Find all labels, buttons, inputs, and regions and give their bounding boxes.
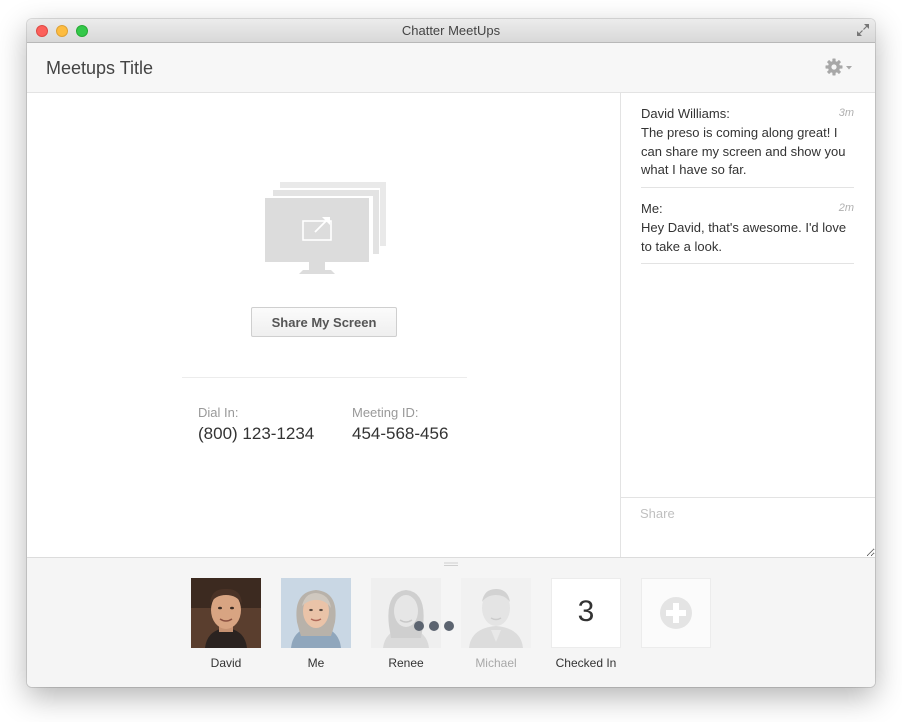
dial-in-number: (800) 123-1234: [198, 424, 315, 443]
drawer-resize-handle[interactable]: [444, 562, 458, 567]
chat-share-input[interactable]: [621, 497, 875, 557]
page-title: Meetups Title: [46, 58, 154, 78]
participant-avatar-david[interactable]: [191, 578, 261, 648]
participant-avatar-renee[interactable]: [371, 578, 441, 648]
message-author: David Williams:: [641, 106, 730, 121]
checked-in-count: 3: [577, 595, 595, 628]
avatar: [461, 578, 531, 648]
main-panel: Share My Screen Dial In: (800) 123-1234 …: [27, 93, 621, 557]
checked-in-label: Checked In: [555, 656, 617, 670]
avatar: [281, 578, 351, 648]
screen-share-icon: [265, 182, 386, 274]
message-text: The preso is coming along great! I can s…: [641, 125, 846, 177]
window-title: Chatter MeetUps: [401, 23, 501, 38]
add-participant-button[interactable]: [641, 578, 711, 648]
chat-message: David Williams: 3m The preso is coming a…: [641, 106, 854, 188]
meeting-id-value: 454-568-456: [352, 424, 449, 443]
participant-avatar-michael[interactable]: [461, 578, 531, 648]
participant-name: Michael: [475, 656, 517, 670]
participant-avatar-me[interactable]: [281, 578, 351, 648]
dial-in-label: Dial In:: [198, 405, 239, 420]
settings-menu-button[interactable]: [825, 58, 857, 78]
message-time: 3m: [838, 107, 854, 119]
title-bar: Chatter MeetUps: [27, 19, 875, 43]
fullscreen-icon[interactable]: [856, 23, 870, 37]
caret-down-icon: [846, 66, 852, 70]
avatar: [191, 578, 261, 648]
page-header: Meetups Title: [27, 43, 875, 93]
participant-name: Me: [307, 656, 325, 670]
app-window: Chatter MeetUps Meetups Title Share My S…: [27, 19, 875, 687]
plus-circle-icon: [660, 597, 692, 629]
message-time: 2m: [838, 202, 854, 214]
participant-name: Renee: [388, 656, 424, 670]
meeting-id-label: Meeting ID:: [352, 405, 419, 420]
chat-message: Me: 2m Hey David, that's awesome. I'd lo…: [641, 201, 854, 264]
chat-panel: David Williams: 3m The preso is coming a…: [621, 93, 875, 557]
participant-name: David: [210, 656, 242, 670]
message-text: Hey David, that's awesome. I'd love to t…: [641, 220, 847, 254]
message-author: Me:: [641, 201, 663, 216]
checked-in-count-tile: 3: [551, 578, 621, 648]
gear-icon: [825, 58, 843, 76]
share-my-screen-button[interactable]: Share My Screen: [251, 307, 397, 337]
avatar: [371, 578, 441, 648]
info-divider: [182, 377, 467, 378]
participants-bar: David Me Renee Michael 3 Checked In: [27, 557, 875, 687]
connecting-dots-icon: [414, 621, 454, 631]
